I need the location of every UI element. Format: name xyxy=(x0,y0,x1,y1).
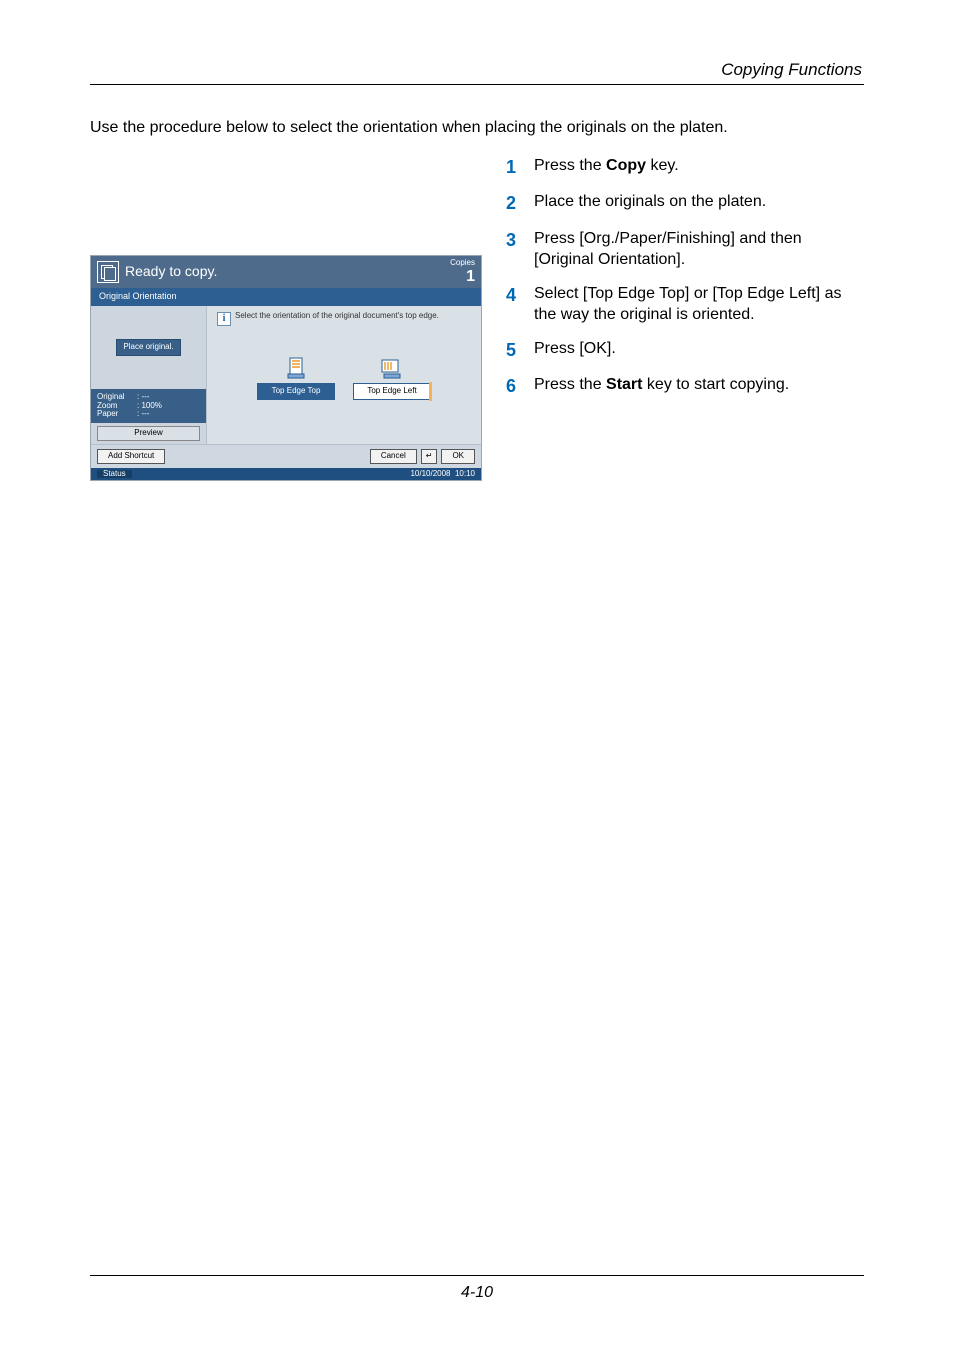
step-3: Press [Org./Paper/Finishing] and then [O… xyxy=(534,228,864,271)
step-5: Press [OK]. xyxy=(534,338,616,362)
page-landscape-icon xyxy=(378,356,406,380)
copier-panel: Ready to copy. Copies 1 Original Orienta… xyxy=(90,255,482,481)
tab-original-orientation[interactable]: Original Orientation xyxy=(91,288,481,306)
status-button[interactable]: Status xyxy=(97,470,132,479)
panel-title: Ready to copy. xyxy=(125,264,450,279)
original-info: Original: --- Zoom: 100% Paper: --- xyxy=(91,389,206,423)
option-top-edge-left[interactable]: Top Edge Left xyxy=(353,356,431,400)
copies-indicator: Copies 1 xyxy=(450,259,475,285)
copy-icon xyxy=(97,261,119,283)
info-icon: i xyxy=(217,312,231,326)
status-datetime: 10/10/2008 10:10 xyxy=(410,470,475,479)
preview-button[interactable]: Preview xyxy=(97,426,200,441)
back-button[interactable]: ↵ xyxy=(421,449,438,464)
option-top-edge-top[interactable]: Top Edge Top xyxy=(257,356,335,400)
step-2: Place the originals on the platen. xyxy=(534,191,766,215)
ok-button[interactable]: OK xyxy=(441,449,475,464)
place-original-button[interactable]: Place original. xyxy=(116,339,180,356)
steps-list: 1Press the Copy key. 2Place the original… xyxy=(502,155,864,399)
add-shortcut-button[interactable]: Add Shortcut xyxy=(97,449,165,464)
hint-text: Select the orientation of the original d… xyxy=(235,312,439,321)
intro-text: Use the procedure below to select the or… xyxy=(90,119,864,137)
step-6: Press the Start key to start copying. xyxy=(534,374,789,398)
page-number: 4-10 xyxy=(90,1275,864,1302)
panel-header: Ready to copy. Copies 1 xyxy=(91,256,481,288)
cancel-button[interactable]: Cancel xyxy=(370,449,417,464)
step-4: Select [Top Edge Top] or [Top Edge Left]… xyxy=(534,283,864,326)
page-header: Copying Functions xyxy=(90,60,864,84)
page-portrait-icon xyxy=(282,356,310,380)
step-1: Press the Copy key. xyxy=(534,155,679,179)
